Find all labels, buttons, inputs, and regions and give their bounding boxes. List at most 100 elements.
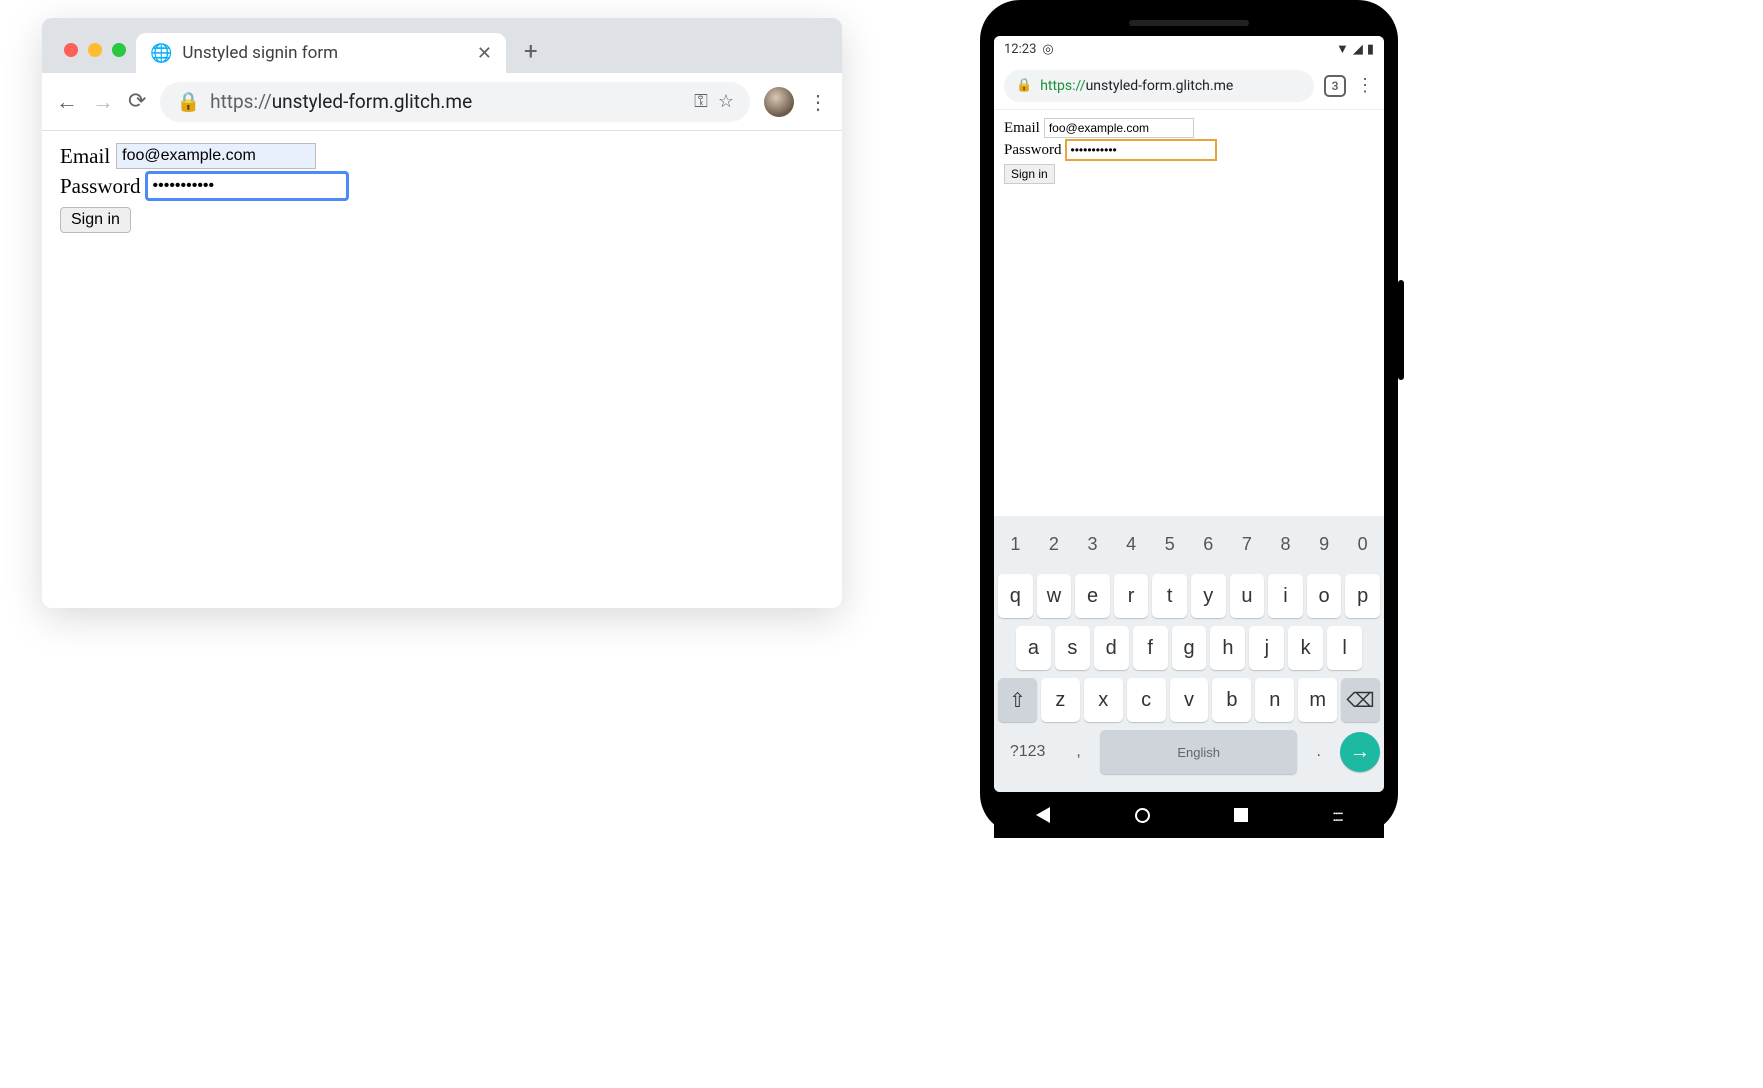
window-controls (54, 43, 136, 73)
phone-screen: 12:23 ◎ ▼ ◢ ▮ 🔒 https://unstyled-form.gl… (994, 36, 1384, 792)
email-field[interactable] (116, 143, 316, 169)
password-field[interactable] (1066, 140, 1216, 160)
fullscreen-window-icon[interactable] (112, 43, 126, 57)
reload-button[interactable]: ⟳ (128, 89, 146, 114)
key-c[interactable]: c (1127, 678, 1166, 722)
star-icon[interactable]: ☆ (718, 91, 734, 112)
key-3[interactable]: 3 (1075, 522, 1110, 566)
battery-icon: ▮ (1367, 42, 1374, 57)
desktop-browser-window: 🌐 Unstyled signin form ✕ + ← → ⟳ 🔒 https… (42, 18, 842, 608)
keyboard-row-a: a s d f g h j k l (998, 626, 1380, 670)
key-5[interactable]: 5 (1152, 522, 1187, 566)
keyboard-switch-icon[interactable]: ::::: (1332, 806, 1341, 825)
lock-icon: 🔒 (176, 90, 200, 113)
password-field[interactable] (147, 173, 347, 199)
comma-key[interactable]: , (1061, 730, 1096, 774)
key-j[interactable]: j (1249, 626, 1284, 670)
key-e[interactable]: e (1075, 574, 1110, 618)
tab-bar: 🌐 Unstyled signin form ✕ + (42, 18, 842, 73)
backspace-key[interactable]: ⌫ (1341, 678, 1380, 722)
password-row: Password (60, 173, 824, 199)
password-row: Password (1004, 140, 1374, 160)
key-d[interactable]: d (1094, 626, 1129, 670)
key-v[interactable]: v (1170, 678, 1209, 722)
spacebar-key[interactable]: English (1100, 730, 1298, 774)
key-m[interactable]: m (1298, 678, 1337, 722)
close-tab-icon[interactable]: ✕ (477, 43, 492, 64)
period-key[interactable]: . (1301, 730, 1336, 774)
home-nav-icon[interactable] (1135, 808, 1150, 823)
key-p[interactable]: p (1345, 574, 1380, 618)
key-s[interactable]: s (1055, 626, 1090, 670)
key-w[interactable]: w (1037, 574, 1072, 618)
back-button[interactable]: ← (56, 89, 78, 115)
email-label: Email (60, 144, 110, 169)
android-nav-bar: ::::: (994, 792, 1384, 838)
key-i[interactable]: i (1268, 574, 1303, 618)
address-bar[interactable]: 🔒 https://unstyled-form.glitch.me ⚿ ☆ (160, 82, 750, 122)
status-sync-icon: ◎ (1042, 42, 1053, 57)
key-o[interactable]: o (1307, 574, 1342, 618)
key-h[interactable]: h (1210, 626, 1245, 670)
key-l[interactable]: l (1327, 626, 1362, 670)
keyboard-row-bottom: ?123 , English . → (998, 730, 1380, 774)
recent-nav-icon[interactable] (1234, 808, 1248, 822)
phone-frame: 12:23 ◎ ▼ ◢ ▮ 🔒 https://unstyled-form.gl… (980, 0, 1398, 834)
enter-key[interactable]: → (1340, 732, 1380, 772)
mobile-page-body: Email Password Sign in (994, 110, 1384, 516)
email-row: Email (60, 143, 824, 169)
key-f[interactable]: f (1133, 626, 1168, 670)
browser-tab[interactable]: 🌐 Unstyled signin form ✕ (136, 33, 506, 73)
symbols-key[interactable]: ?123 (998, 730, 1057, 774)
close-window-icon[interactable] (64, 43, 78, 57)
key-a[interactable]: a (1016, 626, 1051, 670)
mobile-url-text: https://unstyled-form.glitch.me (1040, 78, 1233, 94)
key-4[interactable]: 4 (1114, 522, 1149, 566)
key-z[interactable]: z (1041, 678, 1080, 722)
key-r[interactable]: r (1114, 574, 1149, 618)
cell-signal-icon: ◢ (1353, 42, 1363, 57)
forward-button[interactable]: → (92, 89, 114, 115)
key-t[interactable]: t (1152, 574, 1187, 618)
password-label: Password (60, 174, 141, 199)
desktop-page-body: Email Password Sign in (42, 131, 842, 245)
url-text: https://unstyled-form.glitch.me (210, 90, 684, 113)
key-q[interactable]: q (998, 574, 1033, 618)
browser-toolbar: ← → ⟳ 🔒 https://unstyled-form.glitch.me … (42, 73, 842, 131)
key-0[interactable]: 0 (1345, 522, 1380, 566)
shift-key[interactable]: ⇧ (998, 678, 1037, 722)
new-tab-button[interactable]: + (506, 37, 556, 73)
keyboard-row-numbers: 1 2 3 4 5 6 7 8 9 0 (998, 522, 1380, 566)
key-u[interactable]: u (1230, 574, 1265, 618)
email-field[interactable] (1044, 118, 1194, 138)
email-label: Email (1004, 120, 1040, 137)
browser-menu-icon[interactable]: ⋮ (808, 90, 828, 114)
status-time: 12:23 (1004, 42, 1036, 57)
sign-in-button[interactable]: Sign in (60, 207, 131, 233)
key-6[interactable]: 6 (1191, 522, 1226, 566)
profile-avatar[interactable] (764, 87, 794, 117)
email-row: Email (1004, 118, 1374, 138)
phone-speaker (1129, 20, 1249, 26)
browser-menu-icon[interactable]: ⋮ (1356, 75, 1374, 96)
key-icon[interactable]: ⚿ (694, 91, 708, 112)
key-2[interactable]: 2 (1037, 522, 1072, 566)
key-g[interactable]: g (1172, 626, 1207, 670)
key-x[interactable]: x (1084, 678, 1123, 722)
sign-in-button[interactable]: Sign in (1004, 164, 1055, 184)
key-n[interactable]: n (1255, 678, 1294, 722)
minimize-window-icon[interactable] (88, 43, 102, 57)
tab-switcher-button[interactable]: 3 (1324, 75, 1346, 97)
wifi-icon: ▼ (1336, 41, 1349, 57)
key-k[interactable]: k (1288, 626, 1323, 670)
keyboard-row-z: ⇧ z x c v b n m ⌫ (998, 678, 1380, 722)
key-y[interactable]: y (1191, 574, 1226, 618)
key-8[interactable]: 8 (1268, 522, 1303, 566)
mobile-address-bar[interactable]: 🔒 https://unstyled-form.glitch.me (1004, 70, 1314, 102)
key-9[interactable]: 9 (1307, 522, 1342, 566)
back-nav-icon[interactable] (1036, 807, 1050, 823)
key-1[interactable]: 1 (998, 522, 1033, 566)
key-b[interactable]: b (1212, 678, 1251, 722)
key-7[interactable]: 7 (1230, 522, 1265, 566)
status-bar: 12:23 ◎ ▼ ◢ ▮ (994, 36, 1384, 62)
